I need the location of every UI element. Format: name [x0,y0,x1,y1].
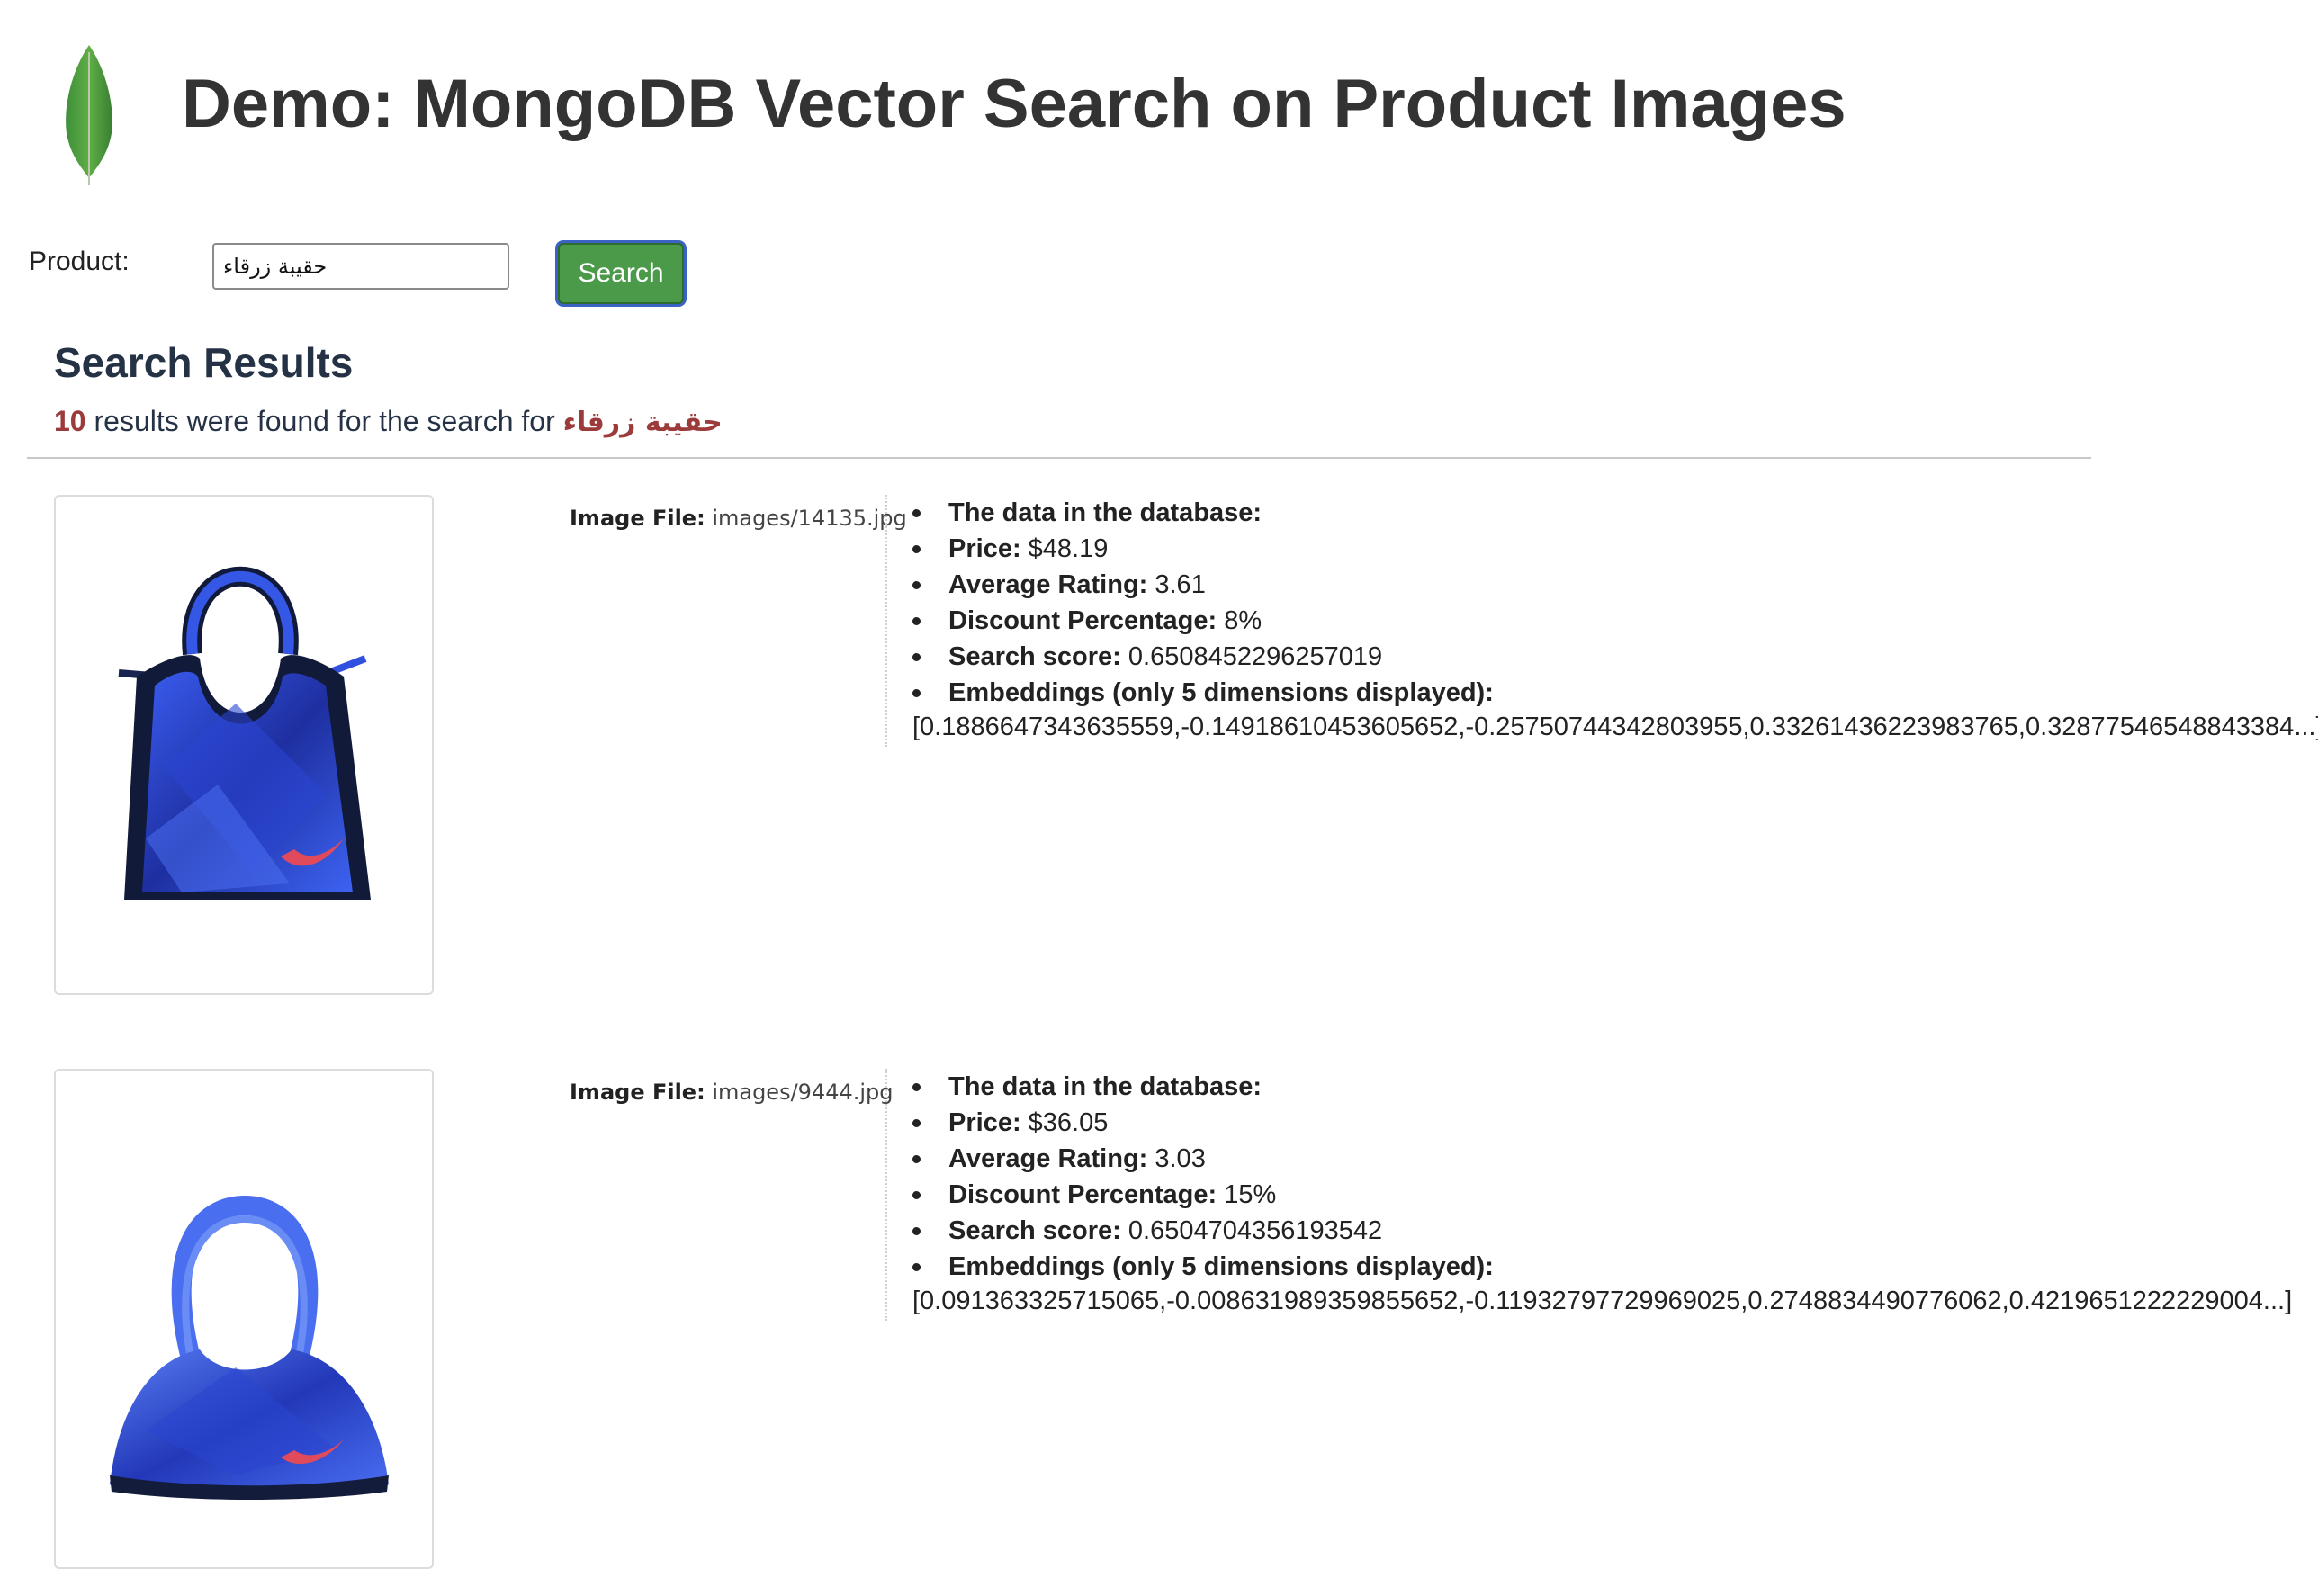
price-value: $48.19 [1028,534,1109,563]
image-file-label: Image File: [570,506,705,531]
discount-row: Discount Percentage: 8% [912,603,1494,639]
discount-value: 15% [1224,1180,1277,1209]
details-heading: The data in the database: [912,495,1494,531]
result-item: Image File: images/14135.jpg The data in… [0,495,2318,999]
embeddings-value: [0.1886647343635559,-0.14918610453605652… [912,713,2318,741]
results-summary: 10 results were found for the search for… [54,405,723,438]
page-title: Demo: MongoDB Vector Search on Product I… [182,66,1846,142]
detail-separator [885,495,887,747]
embeddings-row: Embeddings (only 5 dimensions displayed)… [912,675,1494,711]
rating-value: 3.61 [1155,570,1206,599]
price-row: Price: $48.19 [912,531,1494,567]
result-count: 10 [54,405,86,437]
product-details: The data in the database: Price: $48.19 … [912,495,1494,711]
rating-row: Average Rating: 3.61 [912,567,1494,603]
score-row: Search score: 0.6504704356193542 [912,1213,1494,1249]
embeddings-row: Embeddings (only 5 dimensions displayed)… [912,1249,1494,1285]
rating-row: Average Rating: 3.03 [912,1141,1494,1177]
score-value: 0.6504704356193542 [1128,1216,1383,1245]
discount-row: Discount Percentage: 15% [912,1177,1494,1213]
image-file: Image File: images/14135.jpg [570,506,907,531]
shoulder-bag-image [110,1195,389,1500]
price-value: $36.05 [1028,1108,1109,1137]
image-file-path: images/14135.jpg [712,506,907,531]
image-file-label: Image File: [570,1080,705,1105]
results-divider [27,457,2091,459]
product-image[interactable] [54,1069,434,1569]
image-file-path: images/9444.jpg [712,1080,894,1105]
results-summary-text: results were found for the search for [85,405,563,437]
detail-separator [885,1069,887,1321]
mongodb-leaf-logo [66,45,112,185]
tote-bag-image [118,566,371,900]
product-search-input[interactable] [212,243,509,290]
rating-value: 3.03 [1155,1144,1206,1173]
score-value: 0.6508452296257019 [1128,642,1383,671]
search-query: حقيبة زرقاء [562,407,723,438]
product-image[interactable] [54,495,434,995]
price-row: Price: $36.05 [912,1105,1494,1141]
product-details: The data in the database: Price: $36.05 … [912,1069,1494,1285]
details-heading: The data in the database: [912,1069,1494,1105]
results-heading: Search Results [54,339,354,386]
search-button[interactable]: Search [558,243,684,304]
embeddings-value: [0.091363325715065,-0.008631989359855652… [912,1287,2293,1315]
product-label: Product: [29,247,130,276]
score-row: Search score: 0.6508452296257019 [912,639,1494,675]
result-item: Image File: images/9444.jpg The data in … [0,1069,2318,1573]
image-file: Image File: images/9444.jpg [570,1080,894,1105]
discount-value: 8% [1224,606,1262,635]
